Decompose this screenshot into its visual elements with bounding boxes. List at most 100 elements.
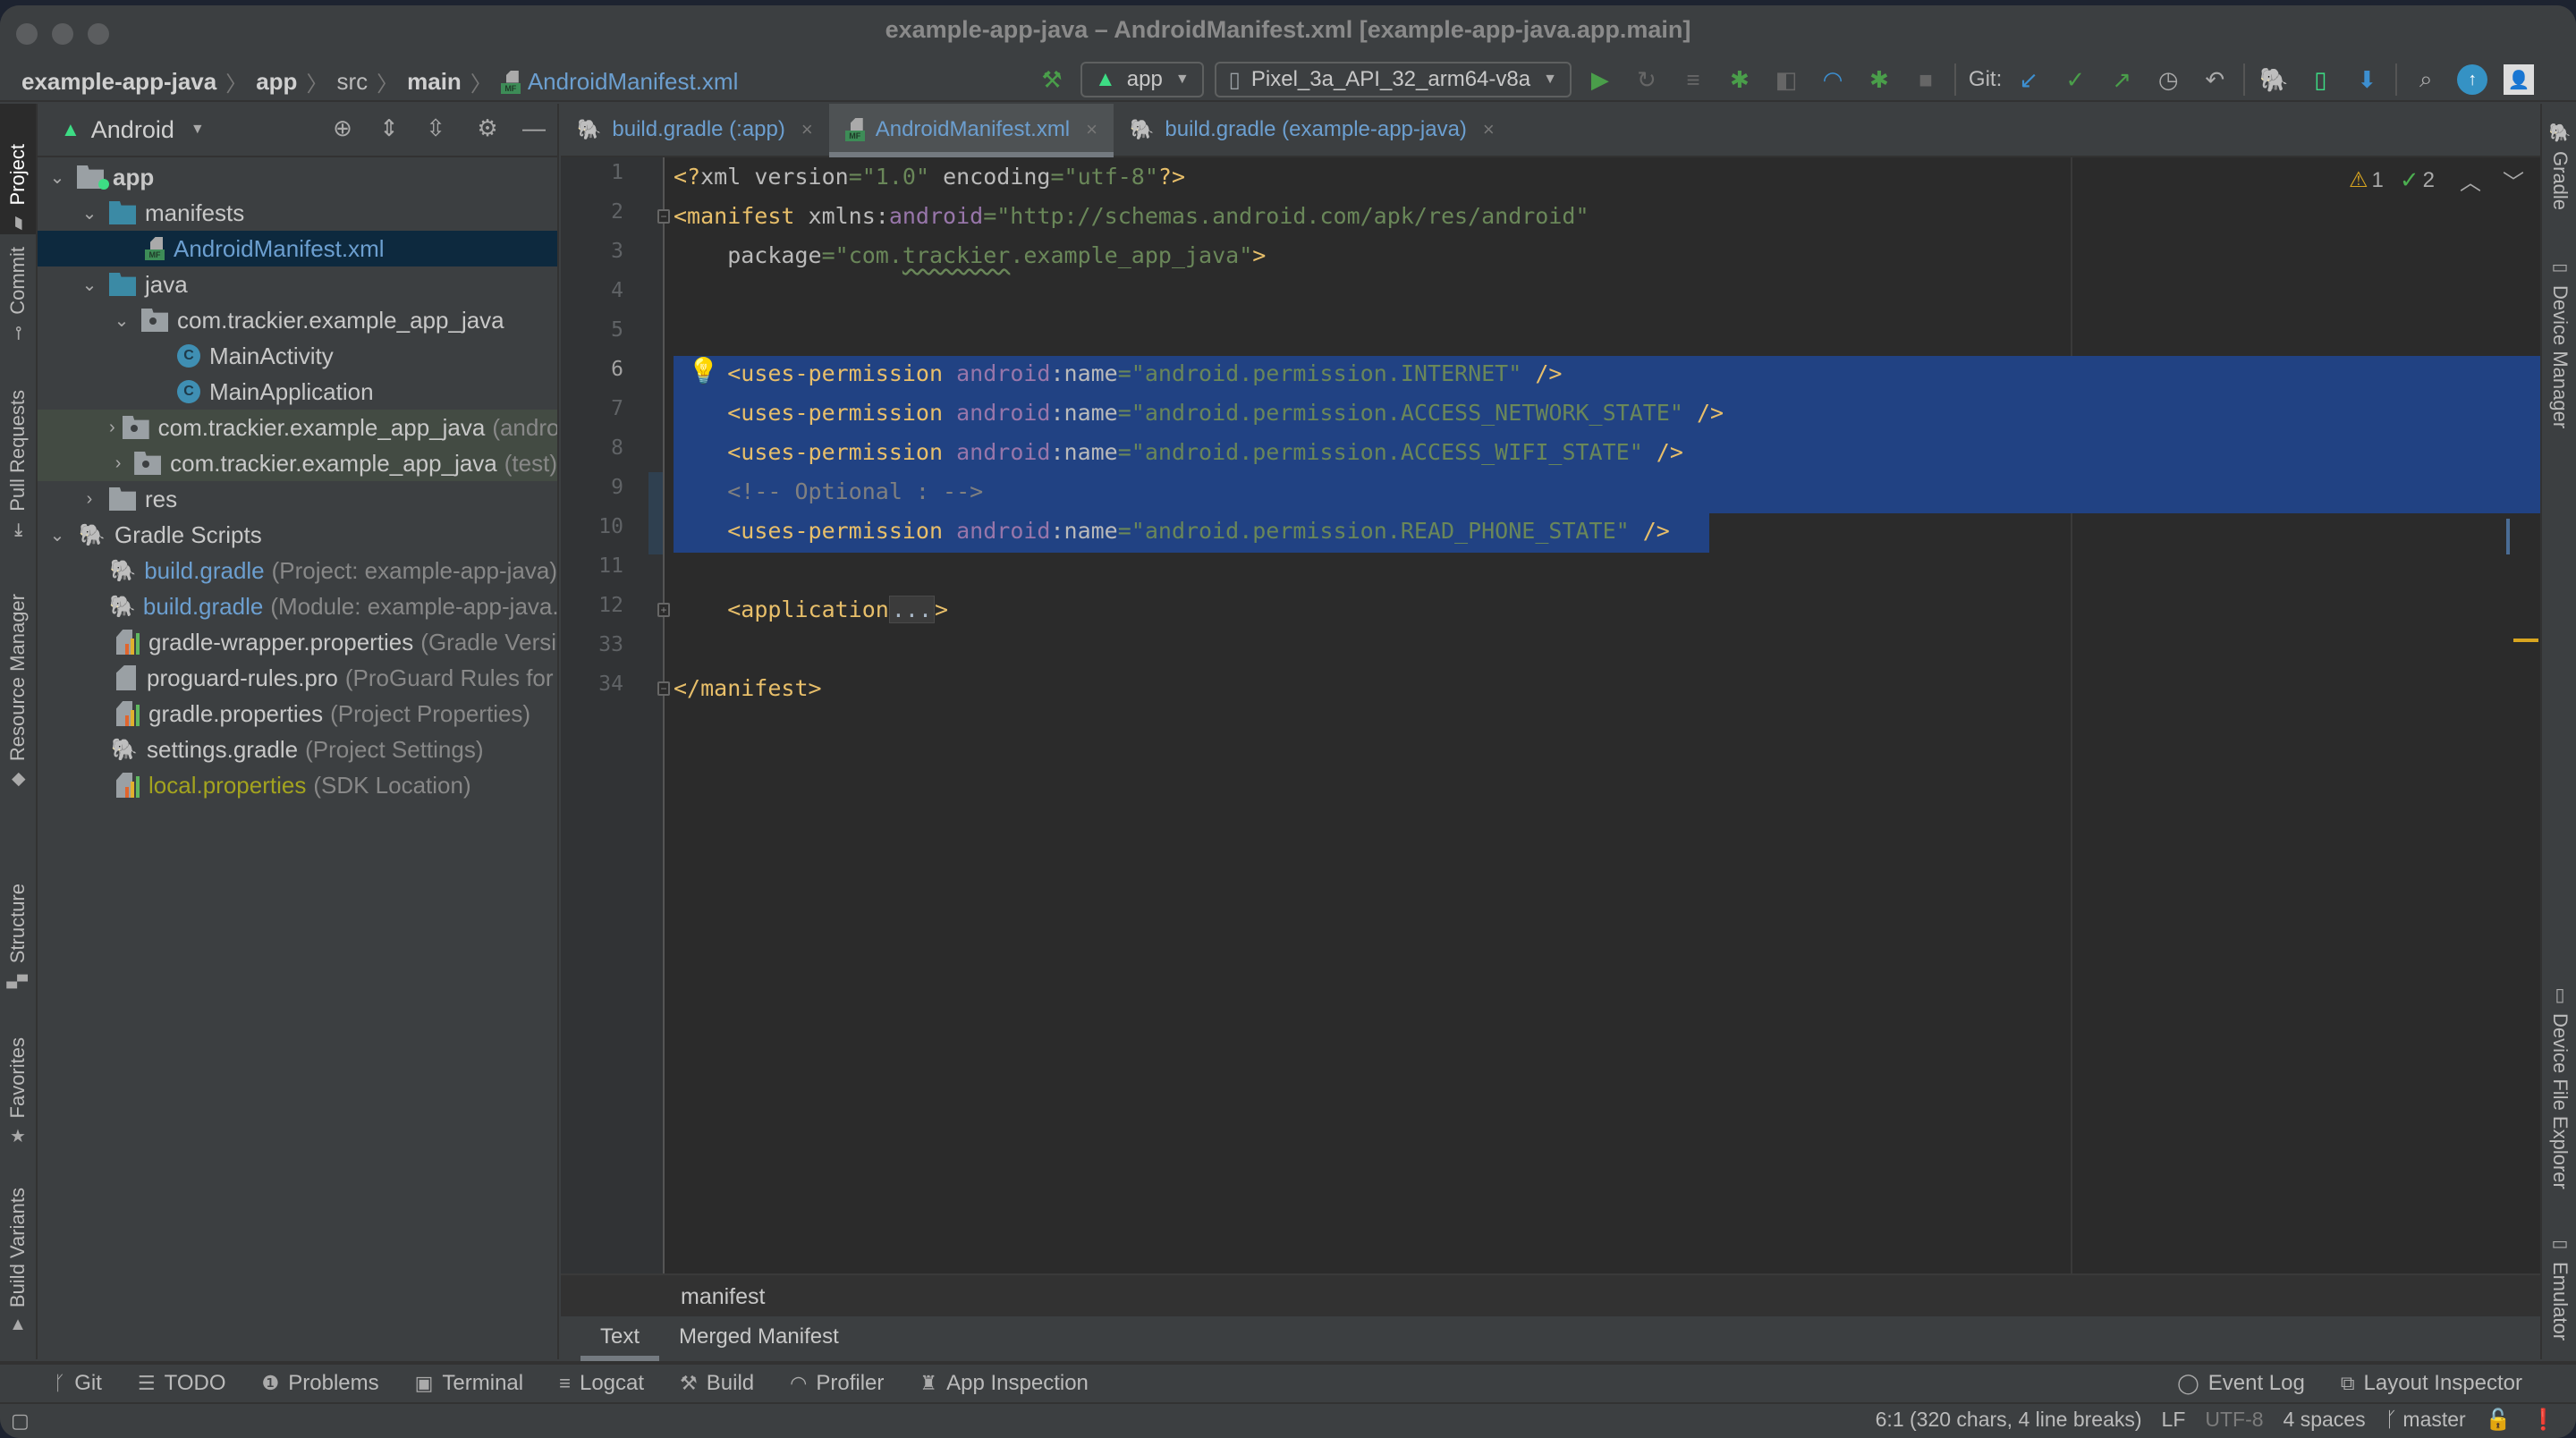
scrollbar-selection-marker[interactable] <box>2506 519 2510 554</box>
gear-icon[interactable]: ⚙ <box>471 114 504 142</box>
tree-item-package-main[interactable]: ⌄ com.trackier.example_app_java <box>38 302 557 338</box>
fold-collapse-icon[interactable]: − <box>657 681 670 696</box>
tree-item-res[interactable]: › res <box>38 481 557 517</box>
tool-layout-inspector[interactable]: ⧉ Layout Inspector <box>2341 1371 2522 1396</box>
caret-position[interactable]: 6:1 (320 chars, 4 line breaks) <box>1876 1408 2142 1432</box>
chevron-right-icon[interactable]: › <box>77 489 102 510</box>
tree-item-main-application[interactable]: C MainApplication <box>38 374 557 410</box>
update-icon[interactable]: ↑ <box>2457 64 2488 95</box>
tree-item-proguard-rules[interactable]: proguard-rules.pro (ProGuard Rules for e… <box>38 660 557 696</box>
fold-expand-icon[interactable]: + <box>657 603 670 617</box>
device-selector[interactable]: ▯ Pixel_3a_API_32_arm64-v8a ▼ <box>1214 62 1572 97</box>
history-icon[interactable]: ◷ <box>2153 64 2183 95</box>
line-separator[interactable]: LF <box>2162 1408 2186 1432</box>
breadcrumb-file[interactable]: AndroidManifest.xml <box>528 68 739 96</box>
attach-debugger-icon[interactable]: ◧ <box>1771 64 1801 95</box>
xml-breadcrumb-item[interactable]: manifest <box>681 1284 765 1310</box>
git-branch[interactable]: master <box>2402 1408 2465 1432</box>
fold-collapse-icon[interactable]: − <box>657 209 670 224</box>
tab-build-gradle-project[interactable]: 🐘 build.gradle (example-app-java) × <box>1114 104 1511 156</box>
notifications-icon[interactable]: ❗ <box>2530 1408 2556 1432</box>
tool-pull-requests[interactable]: ⇤ Pull Requests <box>0 390 36 541</box>
apply-changes-icon[interactable]: ↻ <box>1631 64 1662 95</box>
tree-item-android-manifest[interactable]: MF AndroidManifest.xml <box>38 231 557 266</box>
collapse-all-icon[interactable]: ⇳ <box>419 114 452 142</box>
vcs-change-marker[interactable] <box>648 472 663 554</box>
folded-region[interactable]: ... <box>888 596 935 623</box>
avd-manager-icon[interactable]: ▯ <box>2305 64 2335 95</box>
file-encoding[interactable]: UTF-8 <box>2205 1408 2263 1432</box>
profile-icon[interactable]: ◠ <box>1818 64 1848 95</box>
run-icon[interactable]: ▶ <box>1585 64 1615 95</box>
tree-item-package-test[interactable]: › com.trackier.example_app_java (test) <box>38 445 557 481</box>
chevron-right-icon[interactable]: › <box>109 453 127 474</box>
tool-event-log[interactable]: ◯ Event Log <box>2177 1371 2305 1396</box>
close-tab-icon[interactable]: × <box>1483 118 1495 141</box>
hide-panel-icon[interactable]: — <box>518 114 550 142</box>
inspections-widget[interactable]: ⚠ 1 ✓ 2 ︿ ﹀ <box>2340 165 2524 196</box>
tab-android-manifest[interactable]: MF AndroidManifest.xml × <box>828 104 1114 157</box>
tool-emulator[interactable]: ▭ Emulator <box>2542 1232 2576 1341</box>
chevron-down-icon[interactable]: ⌄ <box>109 309 134 332</box>
tree-item-local-properties[interactable]: local.properties (SDK Location) <box>38 767 557 803</box>
tool-todo[interactable]: ☰ TODO <box>138 1371 226 1396</box>
tool-logcat[interactable]: ≡ Logcat <box>559 1371 644 1396</box>
tool-resource-manager[interactable]: ◆ Resource Manager <box>0 594 36 791</box>
tool-structure[interactable]: ▚ Structure <box>0 884 36 993</box>
hammer-icon[interactable]: ⚒ <box>1037 64 1067 95</box>
close-tab-icon[interactable]: × <box>801 118 813 141</box>
typo-warning[interactable]: trackier <box>902 242 1010 268</box>
locate-file-icon[interactable]: ⊕ <box>326 114 359 142</box>
sdk-manager-icon[interactable]: ⬇ <box>2351 64 2382 95</box>
gradle-sync-icon[interactable]: 🐘 <box>2258 64 2289 95</box>
tree-item-app[interactable]: ⌄ app <box>38 159 557 195</box>
tree-item-gradle-scripts[interactable]: ⌄ 🐘 Gradle Scripts <box>38 517 557 553</box>
breadcrumb-main[interactable]: main <box>407 68 462 96</box>
tool-problems[interactable]: ❶ Problems <box>262 1371 379 1396</box>
lock-icon[interactable]: 🔓 <box>2486 1408 2512 1432</box>
tree-item-package-android-test[interactable]: › com.trackier.example_app_java (android… <box>38 410 557 445</box>
code-editor[interactable]: 1 2 3 4 5 6 7 8 9 10 11 12 33 34 − + − 💡… <box>561 157 2540 1273</box>
tool-project[interactable]: ▰ Project <box>0 104 36 234</box>
tool-commit[interactable]: ⊸ Commit <box>0 247 36 344</box>
breadcrumb-src[interactable]: src <box>336 68 368 96</box>
toggle-tool-windows-icon[interactable]: ▢ <box>11 1409 30 1433</box>
tree-item-gradle-wrapper-properties[interactable]: gradle-wrapper.properties (Gradle Versio… <box>38 624 557 660</box>
tool-app-inspection[interactable]: ♜ App Inspection <box>919 1371 1089 1396</box>
tab-text[interactable]: Text <box>580 1316 660 1361</box>
tool-device-manager[interactable]: ▭ Device Manager <box>2542 256 2576 428</box>
tool-device-file-explorer[interactable]: ▯ Device File Explorer <box>2542 984 2576 1189</box>
close-tab-icon[interactable]: × <box>1086 118 1097 141</box>
tree-item-java[interactable]: ⌄ java <box>38 266 557 302</box>
next-highlight-icon[interactable]: ﹀ <box>2503 165 2524 196</box>
project-view-selector[interactable]: ▲ Android ▼ <box>61 116 205 144</box>
tree-item-main-activity[interactable]: C MainActivity <box>38 338 557 374</box>
tool-git[interactable]: ᚴ Git <box>54 1371 102 1396</box>
scrollbar-warning-marker[interactable] <box>2513 639 2538 642</box>
chevron-down-icon[interactable]: ⌄ <box>77 274 102 296</box>
search-icon[interactable]: ⌕ <box>2411 64 2441 95</box>
stop-icon[interactable]: ■ <box>1911 64 1941 95</box>
tool-gradle[interactable]: 🐘 Gradle <box>2542 122 2576 210</box>
git-update-icon[interactable]: ↙ <box>2013 64 2044 95</box>
git-commit-icon[interactable]: ✓ <box>2060 64 2090 95</box>
tree-item-gradle-properties[interactable]: gradle.properties (Project Properties) <box>38 696 557 732</box>
chevron-down-icon[interactable]: ⌄ <box>45 524 70 546</box>
rollback-icon[interactable]: ↶ <box>2199 64 2230 95</box>
previous-highlight-icon[interactable]: ︿ <box>2460 165 2481 196</box>
breadcrumb-project[interactable]: example-app-java <box>21 68 216 96</box>
tree-item-manifests[interactable]: ⌄ manifests <box>38 195 557 231</box>
chevron-down-icon[interactable]: ⌄ <box>45 166 70 189</box>
tool-terminal[interactable]: ▣ Terminal <box>415 1371 524 1396</box>
run-config-selector[interactable]: ▲ app ▼ <box>1080 62 1204 97</box>
tree-item-build-gradle-module[interactable]: 🐘 build.gradle (Module: example-app-java… <box>38 588 557 624</box>
tree-item-settings-gradle[interactable]: 🐘 settings.gradle (Project Settings) <box>38 732 557 767</box>
tree-item-build-gradle-project[interactable]: 🐘 build.gradle (Project: example-app-jav… <box>38 553 557 588</box>
git-push-icon[interactable]: ↗ <box>2106 64 2137 95</box>
indent-setting[interactable]: 4 spaces <box>2284 1408 2366 1432</box>
attach-process-icon[interactable]: ✱ <box>1864 64 1894 95</box>
chevron-right-icon[interactable]: › <box>109 418 115 438</box>
tool-profiler[interactable]: ◠ Profiler <box>790 1371 884 1396</box>
tool-build[interactable]: ⚒ Build <box>680 1371 754 1396</box>
apply-code-changes-icon[interactable]: ≡ <box>1678 64 1708 95</box>
